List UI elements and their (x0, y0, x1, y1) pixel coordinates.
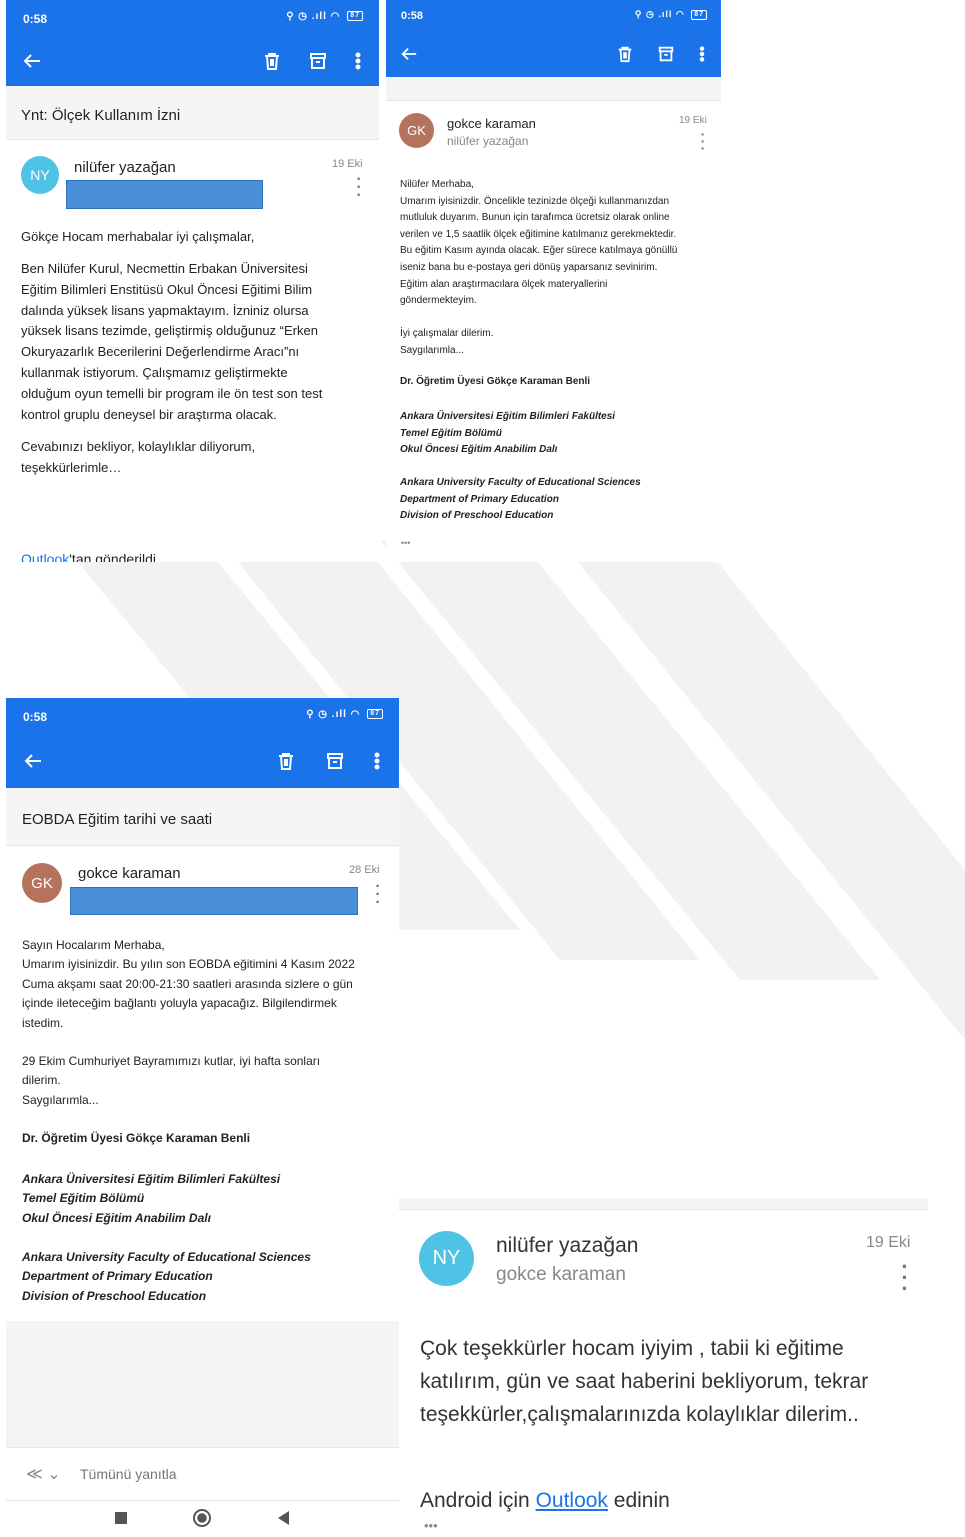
message-more-icon[interactable]: · · · (897, 1256, 913, 1300)
archive-icon[interactable] (322, 748, 348, 774)
show-more-icon[interactable]: ••• (424, 1518, 438, 1533)
sender-avatar[interactable]: GK (22, 863, 62, 903)
app-bar (6, 734, 399, 788)
back-arrow-icon[interactable] (20, 748, 46, 774)
signature-tr: Ankara Üniversitesi Eğitim Bilimleri Fak… (400, 411, 616, 456)
show-more-icon[interactable]: ••• (401, 538, 410, 548)
signature-en: Ankara University Faculty of Educational… (22, 1250, 311, 1303)
nav-back-icon[interactable] (278, 1511, 289, 1525)
email-body: Çok teşekkürler hocam iyiyim , tabii ki … (420, 1337, 869, 1426)
outlook-link[interactable]: Outlook (21, 551, 69, 562)
email-body: Nilüfer Merhaba, Umarım iyisinizdir. Önc… (400, 179, 678, 307)
more-vert-icon[interactable] (364, 748, 390, 774)
outlook-link[interactable]: Outlook (536, 1489, 608, 1512)
email-closing: İyi çalışmalar dilerim. Saygılarımla... (400, 328, 494, 356)
status-bar: 0:58 ⚲ ◷ .ıll ◠ 87 (6, 698, 399, 734)
email-date: 19 Eki (332, 158, 363, 170)
sender-avatar[interactable]: NY (21, 156, 59, 194)
more-vert-icon[interactable] (691, 43, 713, 65)
back-arrow-icon[interactable] (20, 49, 44, 73)
nav-home-icon[interactable] (193, 1509, 211, 1527)
thread-header-strip (386, 77, 721, 101)
status-icons: ⚲ ◷ .ıll ◠ 87 (635, 9, 707, 20)
email-body: Ben Nilüfer Kurul, Necmettin Erbakan Üni… (21, 261, 323, 422)
status-bar: 0:58 ⚲ ◷ .ıll ◠ 87 (386, 0, 721, 32)
email-date: 28 Eki (349, 864, 380, 876)
reply-all-label[interactable]: Tümünü yanıtla (80, 1466, 177, 1482)
footer-text: 'tan gönderildi (69, 551, 156, 562)
sender-name[interactable]: gokce karaman (78, 865, 181, 882)
status-icons: ⚲ ◷ .ıll ◠ 87 (306, 709, 383, 720)
signature-name: Dr. Öğretim Üyesi Gökçe Karaman Benli (22, 1131, 251, 1145)
app-bar (386, 32, 721, 77)
email-footer: Outlook'tan gönderildi (21, 535, 156, 562)
status-icons: ⚲ ◷ .ıll ◠ 87 (286, 11, 363, 22)
recipient-name: nilüfer yazağan (447, 134, 529, 148)
nav-bar (6, 1501, 399, 1537)
redacted-recipient (70, 887, 358, 915)
email-panel-4: NY nilüfer yazağan gokce karaman 19 Eki … (399, 1198, 928, 1537)
email-body: Sayın Hocalarım Merhaba, Umarım iyisiniz… (22, 938, 355, 1030)
nav-recents-icon[interactable] (115, 1512, 127, 1524)
back-arrow-icon[interactable] (398, 43, 420, 65)
message-more-icon[interactable]: · · · (352, 172, 366, 204)
status-bar: 0:58 ⚲ ◷ .ıll ◠ 87 (6, 0, 379, 36)
battery-icon: 87 (367, 709, 383, 720)
recipient-name: gokce karaman (496, 1264, 626, 1285)
redacted-recipient (66, 180, 263, 209)
more-vert-icon[interactable] (346, 49, 370, 73)
status-time: 0:58 (401, 10, 424, 22)
email-closing: 29 Ekim Cumhuriyet Bayramımızı kutlar, i… (22, 1054, 321, 1107)
email-footer: Android için Outlook edinin (420, 1465, 670, 1513)
battery-icon: 87 (691, 9, 707, 20)
reply-area-bg (6, 1321, 399, 1447)
sender-avatar[interactable]: NY (419, 1231, 474, 1286)
signature-name: Dr. Öğretim Üyesi Gökçe Karaman Benli (400, 376, 591, 387)
footer-post: edinin (607, 1489, 670, 1512)
email-greeting: Gökçe Hocam merhabalar iyi çalışmalar, (21, 229, 255, 244)
email-subject: EOBDA Eğitim tarihi ve saati (22, 811, 213, 828)
reply-all-icon[interactable]: ≪ ⌄ (26, 1464, 61, 1484)
reply-bar[interactable]: ≪ ⌄ Tümünü yanıtla (6, 1447, 399, 1501)
email-panel-1: 0:58 ⚲ ◷ .ıll ◠ 87 Ynt: Ölçek Kullanım İ… (6, 0, 379, 562)
email-closing: Cevabınızı bekliyor, kolaylıklar diliyor… (21, 439, 256, 475)
email-panel-2: 0:58 ⚲ ◷ .ıll ◠ 87 GK gokce karaman nilü… (386, 0, 721, 562)
sender-avatar[interactable]: GK (399, 113, 434, 148)
signature-en: Ankara University Faculty of Educational… (400, 477, 641, 522)
email-panel-3: 0:58 ⚲ ◷ .ıll ◠ 87 EOBDA Eğitim tarihi v… (6, 698, 399, 1537)
sender-name[interactable]: nilüfer yazağan (74, 159, 176, 176)
message-more-icon[interactable]: · · · (371, 879, 385, 911)
archive-icon[interactable] (655, 43, 677, 65)
battery-icon: 87 (347, 11, 363, 22)
signature-tr: Ankara Üniversitesi Eğitim Bilimleri Fak… (22, 1172, 281, 1225)
delete-icon[interactable] (614, 43, 636, 65)
archive-icon[interactable] (306, 49, 330, 73)
delete-icon[interactable] (273, 748, 299, 774)
status-time: 0:58 (23, 12, 48, 26)
message-more-icon[interactable]: · · · (697, 127, 709, 155)
email-date: 19 Eki (866, 1234, 911, 1251)
thread-header-strip (399, 1198, 928, 1210)
email-date: 19 Eki (679, 115, 707, 126)
delete-icon[interactable] (260, 49, 284, 73)
app-bar (6, 36, 379, 86)
sender-name[interactable]: nilüfer yazağan (496, 1234, 638, 1258)
email-subject: Ynt: Ölçek Kullanım İzni (21, 107, 181, 124)
footer-pre: Android için (420, 1489, 536, 1512)
sender-name[interactable]: gokce karaman (447, 116, 536, 131)
status-time: 0:58 (23, 710, 48, 724)
